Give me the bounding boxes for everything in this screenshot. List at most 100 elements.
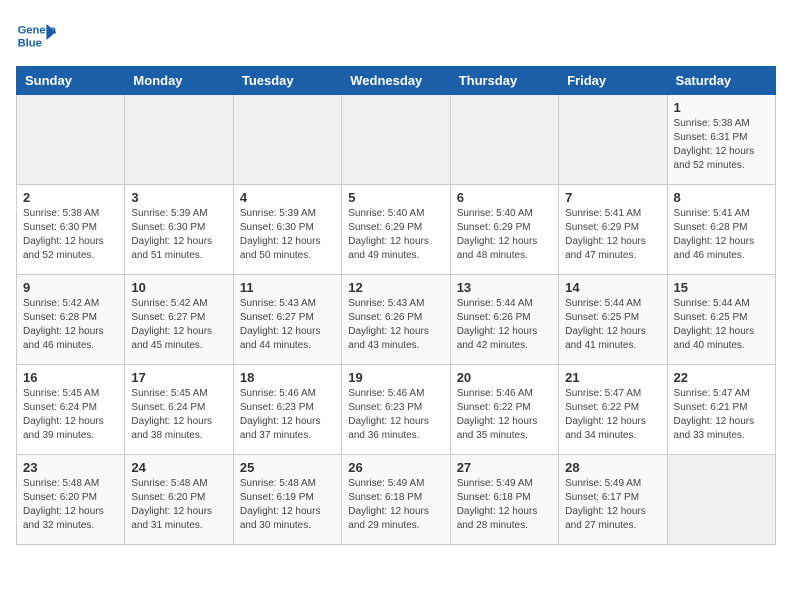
day-number: 15 — [674, 280, 769, 295]
day-info: Sunrise: 5:44 AM Sunset: 6:26 PM Dayligh… — [457, 297, 552, 353]
calendar-cell: 6 Sunrise: 5:40 AM Sunset: 6:29 PM Daylig… — [450, 185, 558, 275]
day-info: Sunrise: 5:38 AM Sunset: 6:30 PM Dayligh… — [23, 207, 118, 263]
day-number: 19 — [348, 370, 443, 385]
day-number: 24 — [131, 460, 226, 475]
day-number: 17 — [131, 370, 226, 385]
day-number: 8 — [674, 190, 769, 205]
calendar-cell: 25 Sunrise: 5:48 AM Sunset: 6:19 PM Dayli… — [233, 455, 341, 545]
day-info: Sunrise: 5:47 AM Sunset: 6:21 PM Dayligh… — [674, 387, 769, 443]
day-number: 23 — [23, 460, 118, 475]
calendar-cell: 23 Sunrise: 5:48 AM Sunset: 6:20 PM Dayli… — [17, 455, 125, 545]
day-info: Sunrise: 5:48 AM Sunset: 6:19 PM Dayligh… — [240, 477, 335, 533]
calendar-cell: 21 Sunrise: 5:47 AM Sunset: 6:22 PM Dayli… — [559, 365, 667, 455]
calendar-cell: 5 Sunrise: 5:40 AM Sunset: 6:29 PM Daylig… — [342, 185, 450, 275]
calendar-cell: 8 Sunrise: 5:41 AM Sunset: 6:28 PM Daylig… — [667, 185, 775, 275]
calendar-cell — [450, 95, 558, 185]
day-info: Sunrise: 5:41 AM Sunset: 6:28 PM Dayligh… — [674, 207, 769, 263]
day-number: 13 — [457, 280, 552, 295]
calendar-cell: 12 Sunrise: 5:43 AM Sunset: 6:26 PM Dayli… — [342, 275, 450, 365]
day-number: 7 — [565, 190, 660, 205]
day-number: 14 — [565, 280, 660, 295]
calendar-table: SundayMondayTuesdayWednesdayThursdayFrid… — [16, 66, 776, 545]
logo: General Blue — [16, 16, 60, 56]
day-number: 26 — [348, 460, 443, 475]
calendar-cell: 27 Sunrise: 5:49 AM Sunset: 6:18 PM Dayli… — [450, 455, 558, 545]
day-number: 16 — [23, 370, 118, 385]
weekday-header-saturday: Saturday — [667, 67, 775, 95]
calendar-cell: 16 Sunrise: 5:45 AM Sunset: 6:24 PM Dayli… — [17, 365, 125, 455]
calendar-cell: 18 Sunrise: 5:46 AM Sunset: 6:23 PM Dayli… — [233, 365, 341, 455]
day-number: 1 — [674, 100, 769, 115]
calendar-cell: 3 Sunrise: 5:39 AM Sunset: 6:30 PM Daylig… — [125, 185, 233, 275]
calendar-cell: 20 Sunrise: 5:46 AM Sunset: 6:22 PM Dayli… — [450, 365, 558, 455]
day-info: Sunrise: 5:48 AM Sunset: 6:20 PM Dayligh… — [23, 477, 118, 533]
day-number: 11 — [240, 280, 335, 295]
day-info: Sunrise: 5:39 AM Sunset: 6:30 PM Dayligh… — [240, 207, 335, 263]
weekday-header-tuesday: Tuesday — [233, 67, 341, 95]
calendar-cell: 10 Sunrise: 5:42 AM Sunset: 6:27 PM Dayli… — [125, 275, 233, 365]
day-info: Sunrise: 5:39 AM Sunset: 6:30 PM Dayligh… — [131, 207, 226, 263]
day-info: Sunrise: 5:45 AM Sunset: 6:24 PM Dayligh… — [23, 387, 118, 443]
day-info: Sunrise: 5:40 AM Sunset: 6:29 PM Dayligh… — [348, 207, 443, 263]
day-info: Sunrise: 5:43 AM Sunset: 6:26 PM Dayligh… — [348, 297, 443, 353]
day-info: Sunrise: 5:48 AM Sunset: 6:20 PM Dayligh… — [131, 477, 226, 533]
calendar-cell — [233, 95, 341, 185]
calendar-cell: 24 Sunrise: 5:48 AM Sunset: 6:20 PM Dayli… — [125, 455, 233, 545]
calendar-cell: 28 Sunrise: 5:49 AM Sunset: 6:17 PM Dayli… — [559, 455, 667, 545]
day-number: 4 — [240, 190, 335, 205]
day-number: 21 — [565, 370, 660, 385]
weekday-header-friday: Friday — [559, 67, 667, 95]
day-info: Sunrise: 5:44 AM Sunset: 6:25 PM Dayligh… — [674, 297, 769, 353]
day-info: Sunrise: 5:38 AM Sunset: 6:31 PM Dayligh… — [674, 117, 769, 173]
day-info: Sunrise: 5:46 AM Sunset: 6:23 PM Dayligh… — [240, 387, 335, 443]
day-number: 3 — [131, 190, 226, 205]
day-number: 12 — [348, 280, 443, 295]
day-info: Sunrise: 5:42 AM Sunset: 6:27 PM Dayligh… — [131, 297, 226, 353]
weekday-header-monday: Monday — [125, 67, 233, 95]
weekday-header-sunday: Sunday — [17, 67, 125, 95]
day-info: Sunrise: 5:44 AM Sunset: 6:25 PM Dayligh… — [565, 297, 660, 353]
day-number: 2 — [23, 190, 118, 205]
calendar-cell: 22Sunrise: 5:47 AM Sunset: 6:21 PM Dayli… — [667, 365, 775, 455]
day-info: Sunrise: 5:46 AM Sunset: 6:22 PM Dayligh… — [457, 387, 552, 443]
day-number: 9 — [23, 280, 118, 295]
calendar-cell: 11 Sunrise: 5:43 AM Sunset: 6:27 PM Dayli… — [233, 275, 341, 365]
calendar-cell — [667, 455, 775, 545]
day-info: Sunrise: 5:49 AM Sunset: 6:18 PM Dayligh… — [348, 477, 443, 533]
day-info: Sunrise: 5:49 AM Sunset: 6:18 PM Dayligh… — [457, 477, 552, 533]
calendar-cell: 13 Sunrise: 5:44 AM Sunset: 6:26 PM Dayli… — [450, 275, 558, 365]
day-info: Sunrise: 5:45 AM Sunset: 6:24 PM Dayligh… — [131, 387, 226, 443]
day-info: Sunrise: 5:47 AM Sunset: 6:22 PM Dayligh… — [565, 387, 660, 443]
calendar-cell: 14 Sunrise: 5:44 AM Sunset: 6:25 PM Dayli… — [559, 275, 667, 365]
calendar-cell: 17 Sunrise: 5:45 AM Sunset: 6:24 PM Dayli… — [125, 365, 233, 455]
day-info: Sunrise: 5:49 AM Sunset: 6:17 PM Dayligh… — [565, 477, 660, 533]
calendar-cell — [17, 95, 125, 185]
calendar-cell: 2 Sunrise: 5:38 AM Sunset: 6:30 PM Daylig… — [17, 185, 125, 275]
day-info: Sunrise: 5:42 AM Sunset: 6:28 PM Dayligh… — [23, 297, 118, 353]
day-info: Sunrise: 5:43 AM Sunset: 6:27 PM Dayligh… — [240, 297, 335, 353]
weekday-header-wednesday: Wednesday — [342, 67, 450, 95]
day-number: 20 — [457, 370, 552, 385]
calendar-cell: 19 Sunrise: 5:46 AM Sunset: 6:23 PM Dayli… — [342, 365, 450, 455]
calendar-cell — [559, 95, 667, 185]
calendar-cell — [125, 95, 233, 185]
calendar-cell: 26 Sunrise: 5:49 AM Sunset: 6:18 PM Dayli… — [342, 455, 450, 545]
calendar-cell: 1 Sunrise: 5:38 AM Sunset: 6:31 PM Daylig… — [667, 95, 775, 185]
day-number: 6 — [457, 190, 552, 205]
day-number: 10 — [131, 280, 226, 295]
weekday-header-thursday: Thursday — [450, 67, 558, 95]
calendar-cell — [342, 95, 450, 185]
day-info: Sunrise: 5:40 AM Sunset: 6:29 PM Dayligh… — [457, 207, 552, 263]
day-info: Sunrise: 5:46 AM Sunset: 6:23 PM Dayligh… — [348, 387, 443, 443]
calendar-cell: 7 Sunrise: 5:41 AM Sunset: 6:29 PM Daylig… — [559, 185, 667, 275]
calendar-cell: 9 Sunrise: 5:42 AM Sunset: 6:28 PM Daylig… — [17, 275, 125, 365]
day-number: 18 — [240, 370, 335, 385]
day-number: 27 — [457, 460, 552, 475]
day-number: 28 — [565, 460, 660, 475]
svg-text:Blue: Blue — [18, 37, 42, 49]
calendar-cell: 15 Sunrise: 5:44 AM Sunset: 6:25 PM Dayli… — [667, 275, 775, 365]
calendar-cell: 4 Sunrise: 5:39 AM Sunset: 6:30 PM Daylig… — [233, 185, 341, 275]
day-number: 25 — [240, 460, 335, 475]
day-info: Sunrise: 5:41 AM Sunset: 6:29 PM Dayligh… — [565, 207, 660, 263]
day-number: 5 — [348, 190, 443, 205]
